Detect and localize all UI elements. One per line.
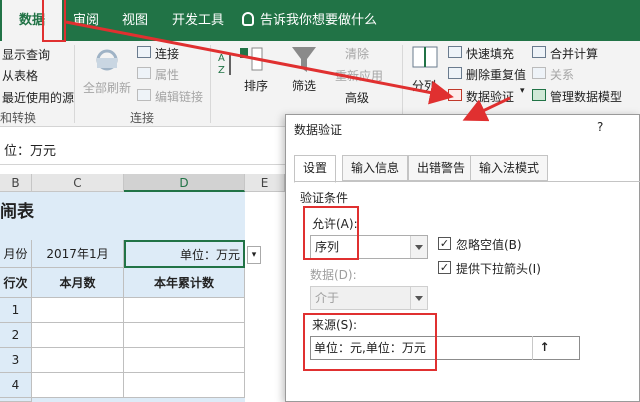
annotation-arrows [65, 20, 511, 122]
arrow-to-dialog [462, 96, 511, 122]
arrow-to-data-validation [65, 20, 454, 105]
